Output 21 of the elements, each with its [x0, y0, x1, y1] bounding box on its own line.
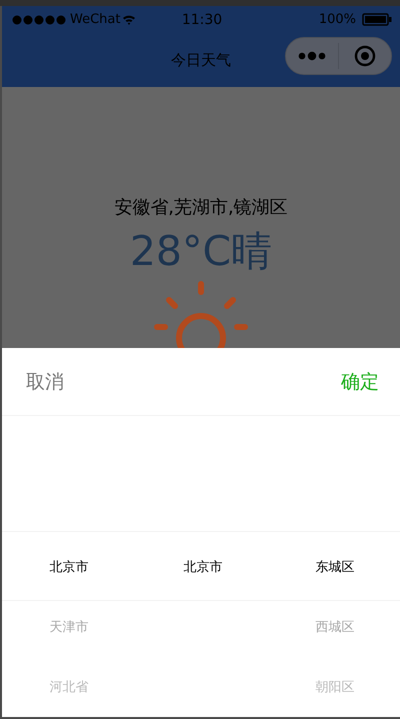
picker-option[interactable]: 北京市: [184, 537, 222, 597]
sun-icon: [153, 278, 249, 348]
picker-option[interactable]: 北京市: [50, 537, 88, 597]
clock-time: 11:30: [180, 12, 224, 28]
carrier-name: WeChat: [70, 12, 120, 27]
picker-option[interactable]: 天津市: [50, 597, 88, 657]
battery-icon: [362, 13, 392, 26]
nav-title: 今日天气: [171, 50, 231, 70]
target-icon: [354, 45, 376, 67]
battery-percent: 100%: [318, 12, 356, 27]
picker-option[interactable]: 河北省: [50, 657, 88, 717]
location-text: 安徽省,芜湖市,镜湖区: [114, 196, 288, 219]
cancel-button[interactable]: 取消: [22, 364, 68, 398]
more-icon: [297, 51, 327, 61]
picker-option[interactable]: 东城区: [316, 537, 354, 597]
picker-option[interactable]: 朝阳区: [316, 657, 354, 717]
confirm-button[interactable]: 确定: [337, 364, 383, 398]
picker-option[interactable]: 西城区: [316, 597, 354, 657]
temperature-text: 28°C晴: [130, 227, 272, 276]
wifi-icon: [122, 14, 136, 25]
signal-icon: [12, 14, 68, 24]
